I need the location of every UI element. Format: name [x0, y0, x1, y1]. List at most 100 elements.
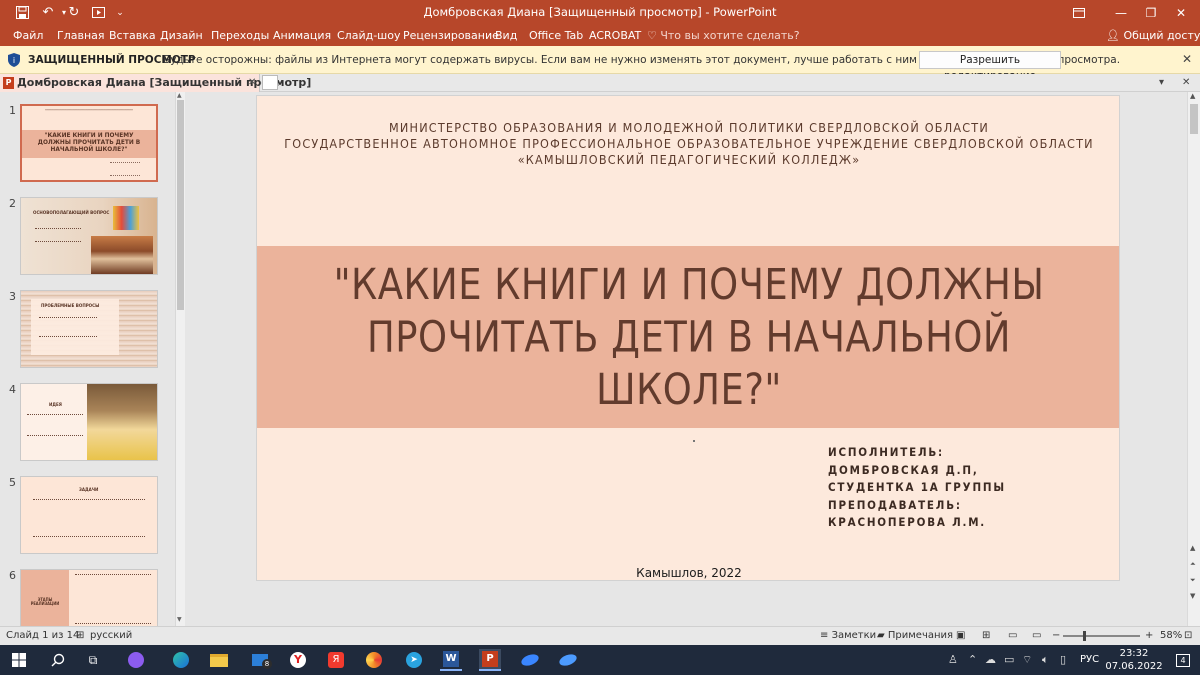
keyboard-language[interactable]: РУС — [1080, 645, 1099, 675]
thumbnail-item[interactable]: 5 ЗАДАЧИ — [0, 476, 175, 558]
mini-body-lines — [75, 574, 151, 624]
display-icon[interactable]: ▭ — [1004, 645, 1014, 675]
network-icon[interactable]: ⌔ — [1022, 645, 1032, 675]
cloud-icon[interactable]: ☁ — [985, 645, 996, 675]
tell-me-box[interactable]: ♡ Что вы хотите сделать? — [647, 25, 800, 46]
mail-icon[interactable]: 8 — [249, 649, 272, 671]
yandex-icon[interactable]: Я — [325, 649, 347, 671]
person-icon: 👤︎ — [1106, 29, 1124, 42]
tab-view[interactable]: Вид — [495, 25, 517, 46]
document-tab[interactable]: P Домбровская Диана [Защищенный просмотр… — [0, 74, 311, 92]
thumbnail-item[interactable]: 1 ━━━━━━━━━━━━━━━━━━━━━━━━━━━━━━━━━━━━━━… — [0, 104, 175, 186]
tab-slideshow[interactable]: Слайд-шоу — [337, 25, 400, 46]
scroll-up-icon[interactable]: ▲ — [1190, 92, 1195, 100]
search-icon[interactable] — [47, 649, 69, 671]
zoom-level[interactable]: 58% — [1160, 627, 1182, 645]
file-explorer-icon[interactable] — [208, 649, 230, 671]
zoom-slider[interactable] — [1063, 635, 1140, 637]
tab-animations[interactable]: Анимация — [273, 25, 331, 46]
yandex-browser-icon[interactable]: Y — [287, 649, 309, 671]
reading-view-icon[interactable]: ▭ — [1008, 627, 1017, 645]
fit-slide-icon[interactable]: ⊡ — [1184, 627, 1192, 645]
tab-acrobat[interactable]: ACROBAT — [589, 25, 641, 46]
tab-transitions[interactable]: Переходы — [211, 25, 269, 46]
zoom-slider-knob[interactable] — [1083, 631, 1086, 641]
zoom-in-icon[interactable]: + — [1145, 627, 1153, 645]
proofing-icon[interactable]: ⊞ — [76, 627, 84, 645]
institution-header: МИНИСТЕРСТВО ОБРАЗОВАНИЯ И МОЛОДЕЖНОЙ ПО… — [257, 120, 1119, 168]
mini-body-lines — [27, 414, 83, 436]
thumbnail-item[interactable]: 4 ИДЕЯ — [0, 383, 175, 465]
battery-icon[interactable]: ▯ — [1060, 645, 1066, 675]
thumbnail-number: 3 — [9, 290, 16, 303]
scrollbar-thumb[interactable] — [177, 100, 184, 310]
mini-heading: ПРОБЛЕМНЫЕ ВОПРОСЫ — [41, 304, 100, 309]
chevron-up-icon[interactable]: ⌃ — [968, 645, 977, 675]
header-line: ГОСУДАРСТВЕННОЕ АВТОНОМНОЕ ПРОФЕССИОНАЛЬ… — [284, 136, 1094, 151]
windows-start-icon[interactable] — [8, 649, 30, 671]
new-tab-button[interactable] — [262, 75, 278, 90]
tab-office-tab[interactable]: Office Tab — [529, 25, 583, 46]
task-view-icon[interactable]: ⧉ — [82, 649, 104, 671]
app-wave-icon[interactable] — [519, 649, 541, 671]
thumbnail-item[interactable]: 2 ОСНОВОПОЛАГАЮЩИЙ ВОПРОС — [0, 197, 175, 279]
volume-icon[interactable]: 🔈︎ — [1042, 645, 1049, 675]
thumbnail-slide-3[interactable]: ПРОБЛЕМНЫЕ ВОПРОСЫ — [20, 290, 158, 368]
slide-scrollbar[interactable]: ▲ ▲ ⏶ ⏷ ▼ — [1187, 92, 1200, 626]
notes-button[interactable]: ≡ Заметки — [820, 627, 876, 645]
close-document-icon[interactable]: ✕ — [1182, 74, 1190, 92]
scroll-up-icon[interactable]: ▲ — [177, 92, 182, 99]
thumbnail-item[interactable]: 6 ЭТАПЫ РЕАЛИЗАЦИИ — [0, 569, 175, 626]
clock[interactable]: 23:32 07.06.2022 — [1104, 647, 1164, 673]
thumbnail-slide-2[interactable]: ОСНОВОПОЛАГАЮЩИЙ ВОПРОС — [20, 197, 158, 275]
scroll-down-icon[interactable]: ▼ — [177, 616, 182, 623]
thumbnail-slide-1[interactable]: ━━━━━━━━━━━━━━━━━━━━━━━━━━━━━━━━━━━━━━━━… — [20, 104, 158, 182]
next-slide-icon[interactable]: ⏷ — [1190, 576, 1196, 585]
scrollbar-thumb[interactable] — [1190, 104, 1198, 134]
thumbnails-scrollbar[interactable]: ▲ ▼ — [175, 92, 185, 626]
scroll-up-icon[interactable]: ▲ — [1190, 544, 1195, 552]
tab-insert[interactable]: Вставка — [109, 25, 156, 46]
enable-editing-button[interactable]: Разрешить редактирование — [919, 51, 1061, 82]
thumbnail-item[interactable]: 3 ПРОБЛЕМНЫЕ ВОПРОСЫ — [0, 290, 175, 372]
tab-list-icon[interactable]: ▾ — [1159, 74, 1164, 92]
zoom-out-icon[interactable]: − — [1052, 627, 1060, 645]
app-wave-icon-2[interactable] — [557, 649, 579, 671]
scroll-down-icon[interactable]: ▼ — [1190, 592, 1195, 600]
tab-file[interactable]: Файл — [13, 25, 43, 46]
close-window-button[interactable]: ✕ — [1160, 0, 1200, 25]
slide-sorter-icon[interactable]: ⊞ — [982, 627, 990, 645]
mini-body-lines — [33, 499, 145, 537]
slideshow-icon[interactable]: ▭ — [1032, 627, 1041, 645]
author-line: КРАСНОПЕРОВА Л.М. — [828, 515, 987, 529]
edge-browser-icon[interactable] — [170, 649, 192, 671]
notifications-icon[interactable]: 4 — [1172, 649, 1194, 671]
tab-design[interactable]: Дизайн — [160, 25, 203, 46]
author-block: ИСПОЛНИТЕЛЬ: ДОМБРОВСКАЯ Д.П, СТУДЕНТКА … — [828, 444, 1006, 532]
author-line: СТУДЕНТКА 1А ГРУППЫ — [828, 480, 1006, 494]
close-tab-icon[interactable]: ✕ — [248, 74, 256, 92]
tab-home[interactable]: Главная — [57, 25, 105, 46]
alice-assistant-icon[interactable] — [125, 649, 147, 671]
language-indicator[interactable]: русский — [90, 627, 132, 645]
thumbnail-slide-4[interactable]: ИДЕЯ — [20, 383, 158, 461]
thumbnail-slide-6[interactable]: ЭТАПЫ РЕАЛИЗАЦИИ — [20, 569, 158, 626]
current-slide[interactable]: МИНИСТЕРСТВО ОБРАЗОВАНИЯ И МОЛОДЕЖНОЙ ПО… — [256, 95, 1120, 581]
comments-button[interactable]: ▰ Примечания — [877, 627, 953, 645]
word-icon[interactable]: W — [440, 649, 462, 671]
ribbon-display-options-icon[interactable] — [1058, 0, 1100, 25]
app-fan-icon[interactable] — [363, 649, 385, 671]
previous-slide-icon[interactable]: ⏶ — [1190, 560, 1196, 569]
status-bar: Слайд 1 из 14 ⊞ русский ≡ Заметки ▰ Прим… — [0, 626, 1200, 645]
comments-label: Примечания — [887, 630, 954, 641]
telegram-icon[interactable]: ➤ — [403, 649, 425, 671]
powerpoint-taskbar-icon[interactable]: P — [479, 649, 501, 671]
close-icon[interactable]: ✕ — [1182, 52, 1192, 66]
header-line: «КАМЫШЛОВСКИЙ ПЕДАГОГИЧЕСКИЙ КОЛЛЕДЖ» — [517, 152, 861, 167]
share-button[interactable]: 👤︎ Общий доступ — [1106, 25, 1200, 46]
tab-review[interactable]: Рецензирование — [403, 25, 499, 46]
mini-header: ━━━━━━━━━━━━━━━━━━━━━━━━━━━━━━━━━━━━━━━━… — [45, 108, 133, 112]
normal-view-icon[interactable]: ▣ — [956, 627, 965, 645]
people-icon[interactable]: ♙ — [948, 645, 958, 675]
thumbnail-slide-5[interactable]: ЗАДАЧИ — [20, 476, 158, 554]
